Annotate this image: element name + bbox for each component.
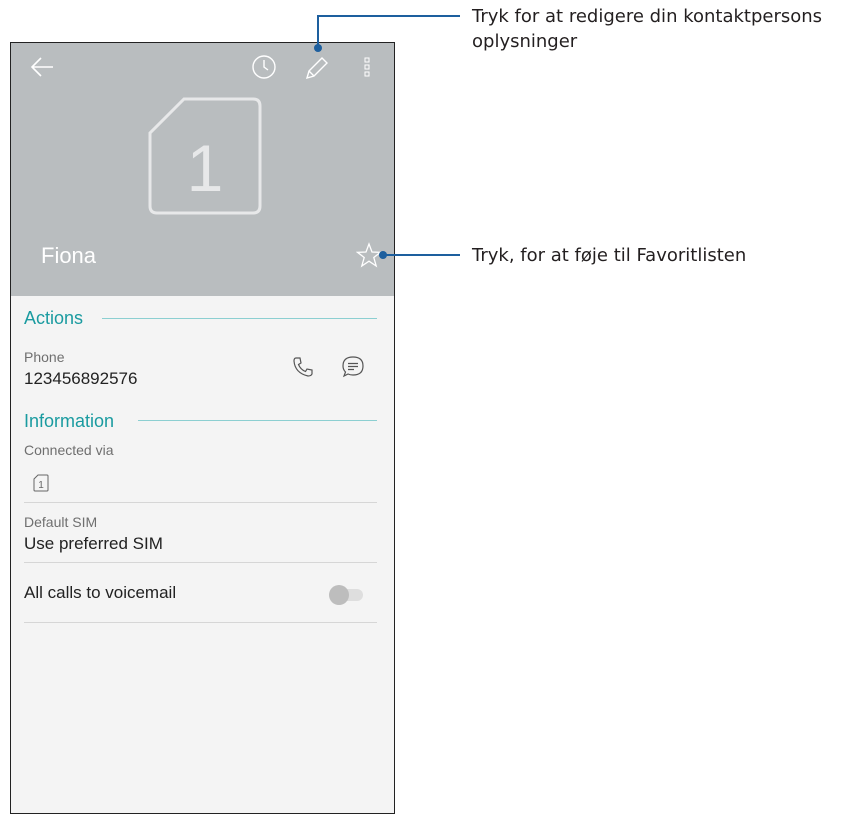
edit-callout-line1: Tryk for at redigere din kontaktpersons [472, 6, 823, 27]
edit-callout-line2: oplysninger [472, 31, 578, 52]
favorite-callout: Tryk, for at føje til Favoritlisten [472, 245, 747, 266]
callout-lines [314, 15, 460, 259]
